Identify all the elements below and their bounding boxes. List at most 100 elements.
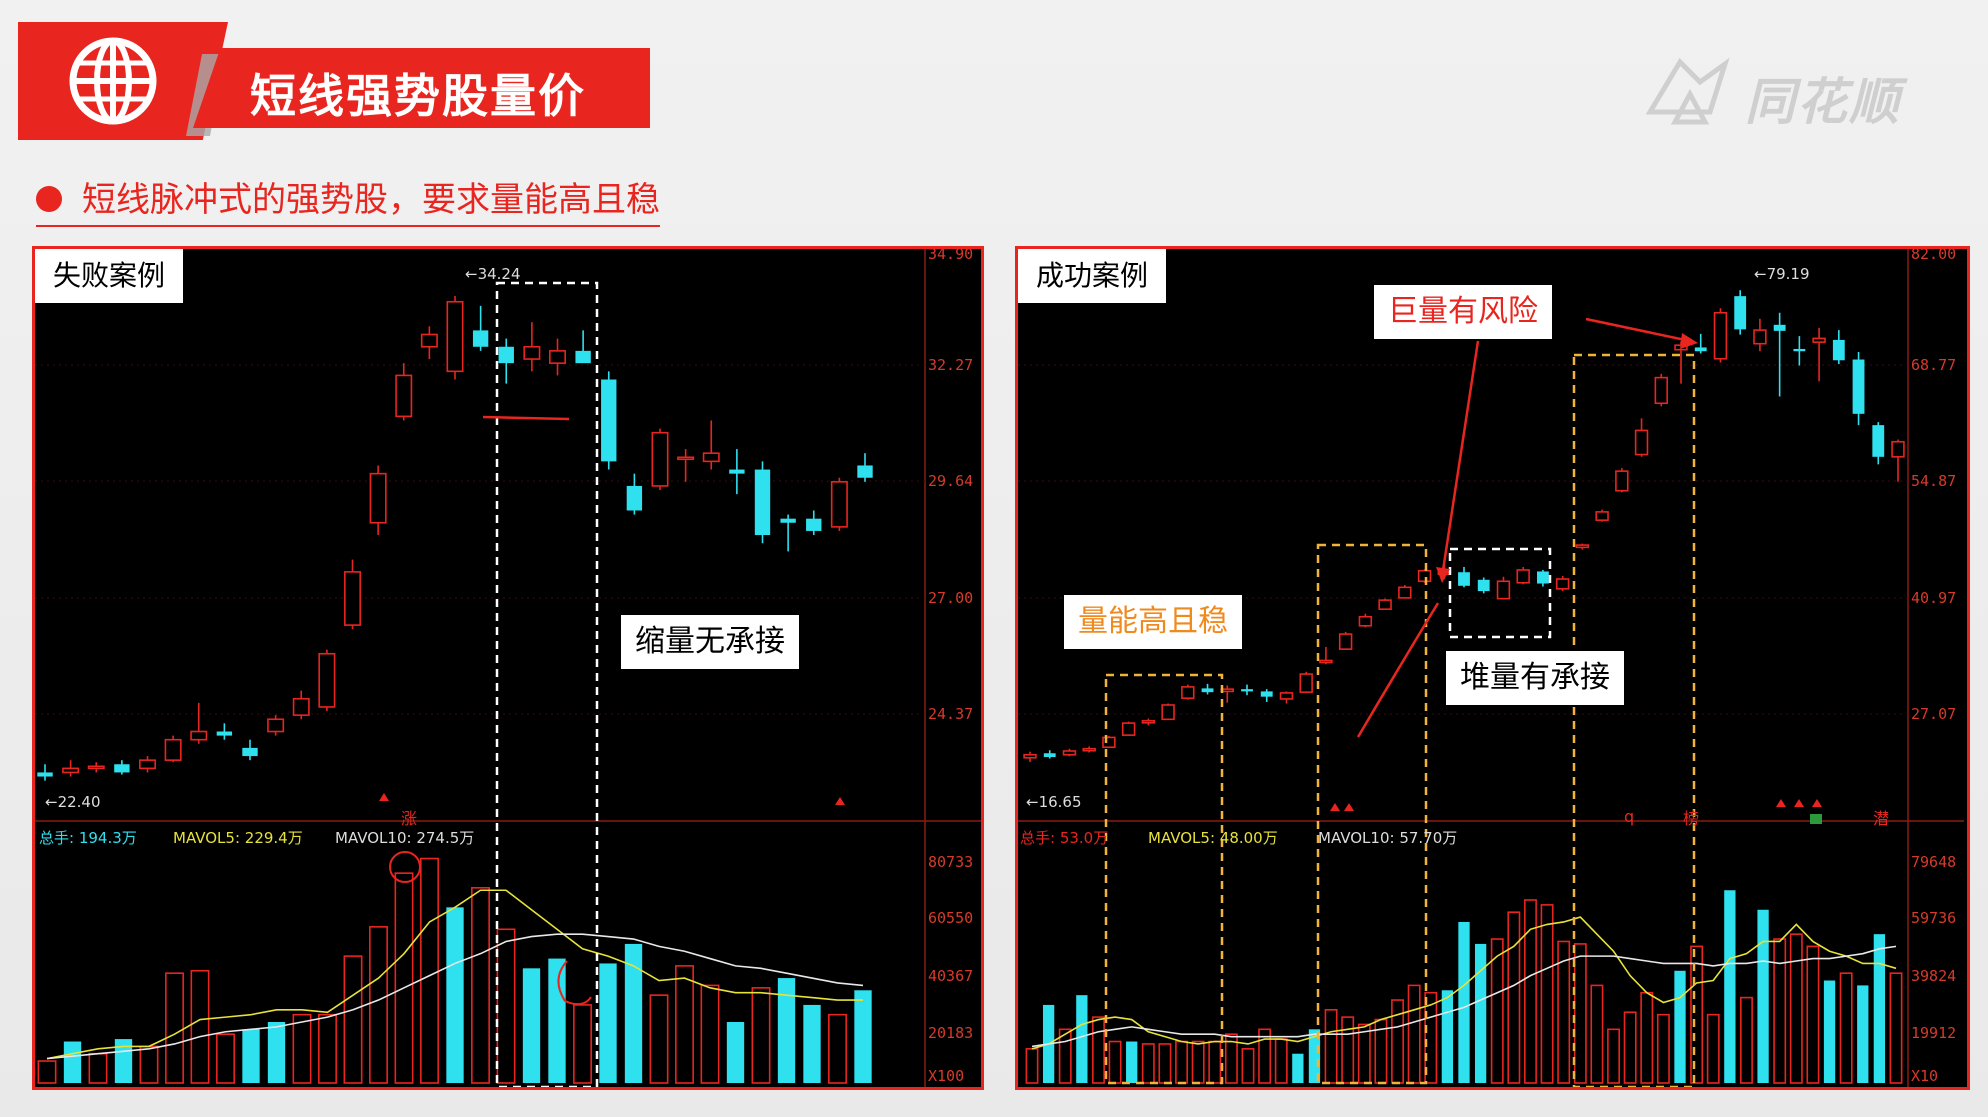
candle-body <box>1062 750 1077 756</box>
candle-body <box>677 456 695 461</box>
volume-bar <box>1607 1028 1620 1084</box>
signal-arrow-icon <box>1812 799 1822 807</box>
candle-body <box>87 765 105 770</box>
candle-body <box>292 697 310 716</box>
volume-axis-label: 80733 <box>928 853 974 871</box>
candle-body <box>626 485 643 511</box>
candle-body <box>1872 425 1885 457</box>
volume-bar <box>242 1029 260 1083</box>
candle-body <box>472 330 489 347</box>
limit-up-marker: 涨 <box>401 809 418 828</box>
mavol5-stat: MAVOL5: 48.00万 <box>1148 829 1278 847</box>
brand-logo-icon <box>1645 57 1730 125</box>
volume-bar <box>1507 911 1521 1084</box>
candle-body <box>1358 615 1373 627</box>
volume-axis-label: 39824 <box>1911 967 1957 985</box>
volume-bar <box>394 872 414 1084</box>
total-volume-stat: 总手: 194.3万 <box>39 829 137 847</box>
volume-bar <box>1191 1040 1205 1084</box>
candle-body <box>1260 691 1273 697</box>
volume-bar <box>1175 1040 1188 1084</box>
volume-bar <box>1674 970 1686 1083</box>
volume-bar <box>1806 945 1820 1084</box>
candle-body <box>1575 544 1590 549</box>
volume-axis-label: X10 <box>1911 1067 1939 1085</box>
volume-bar <box>1324 1008 1338 1084</box>
volume-bar <box>1757 909 1769 1083</box>
volume-bar <box>1025 1048 1039 1084</box>
candle-body <box>420 333 438 348</box>
volume-bar <box>1740 996 1753 1084</box>
candle-body <box>1595 511 1609 521</box>
candle-body <box>1319 659 1333 664</box>
volume-bar <box>854 990 872 1083</box>
candle-body <box>1634 429 1649 456</box>
case-label-success: 成功案例 <box>1018 249 1167 303</box>
candle-body <box>1516 569 1530 584</box>
candle-body <box>1694 347 1707 352</box>
candle-body <box>1812 337 1826 343</box>
candle-body <box>1891 440 1905 458</box>
volume-bar <box>649 994 669 1084</box>
brand-logo: 同花顺 <box>1640 52 1920 132</box>
annotation-volume-support: 堆量有承接 <box>1446 651 1624 705</box>
volume-bar <box>700 984 720 1084</box>
volume-bar <box>1391 999 1404 1084</box>
candle-body <box>830 481 848 528</box>
price-axis-label: 82.00 <box>1911 246 1957 263</box>
candle-body <box>754 469 771 536</box>
volume-bar <box>88 1052 108 1084</box>
volume-bar <box>1141 1043 1155 1084</box>
annotation-arrow <box>1440 340 1480 578</box>
total-volume-stat: 总手: 53.0万 <box>1020 829 1109 847</box>
candle-body <box>601 379 617 462</box>
candle-body <box>1023 753 1037 759</box>
mavol10-stat: MAVOL10: 274.5万 <box>335 829 475 847</box>
volume-bar <box>1640 991 1654 1084</box>
candle-body <box>37 772 53 777</box>
volume-bar <box>190 969 210 1084</box>
candle-body <box>62 767 80 774</box>
volume-bar <box>1623 1011 1637 1084</box>
volume-bar <box>624 943 643 1083</box>
volume-bar <box>446 907 464 1083</box>
mavol5-stat: MAVOL5: 229.4万 <box>173 829 303 847</box>
high-price-label: ←79.19 <box>1754 265 1810 283</box>
volume-bar <box>420 857 439 1084</box>
globe-icon <box>69 37 157 125</box>
candle-body <box>1734 296 1747 330</box>
volume-bar <box>1724 890 1736 1083</box>
volume-bar <box>1407 984 1421 1084</box>
volume-bar <box>1357 1023 1371 1084</box>
volume-bar <box>292 1013 312 1084</box>
price-axis-label: 40.97 <box>1911 589 1957 607</box>
volume-bar <box>1158 1043 1172 1084</box>
volume-bar <box>1656 1013 1670 1084</box>
chart-panel-success: 成功案例 ←79.19 ←16.65 82.00 68.77 54.87 40.… <box>1015 246 1970 1090</box>
candle-body <box>1654 376 1668 405</box>
signal-arrow-icon <box>835 797 845 805</box>
volume-bar <box>599 963 617 1083</box>
volume-bar <box>675 965 694 1084</box>
candle-body <box>395 374 413 418</box>
bullet-icon <box>36 185 62 212</box>
signal-marker: 榜 <box>1683 809 1700 828</box>
signal-arrow-icon <box>379 793 389 801</box>
volume-bar <box>548 958 566 1083</box>
candle-body <box>702 452 720 463</box>
candle-body <box>575 350 591 364</box>
candle-body <box>1458 572 1470 586</box>
signal-arrow-icon <box>1776 799 1786 807</box>
volume-bar <box>828 1013 847 1084</box>
case-label-failure: 失败案例 <box>35 249 184 303</box>
volume-bar <box>1092 1016 1105 1084</box>
mavol10-stat: MAVOL10: 57.70万 <box>1318 829 1458 847</box>
volume-bar <box>1540 904 1554 1084</box>
candle-body <box>1713 311 1728 360</box>
volume-bar <box>1441 990 1454 1083</box>
candle-body <box>1299 673 1313 693</box>
highlight-box <box>1104 673 1224 1085</box>
volume-bar <box>522 968 541 1083</box>
candle-body <box>344 571 361 626</box>
candle-body <box>780 518 796 523</box>
